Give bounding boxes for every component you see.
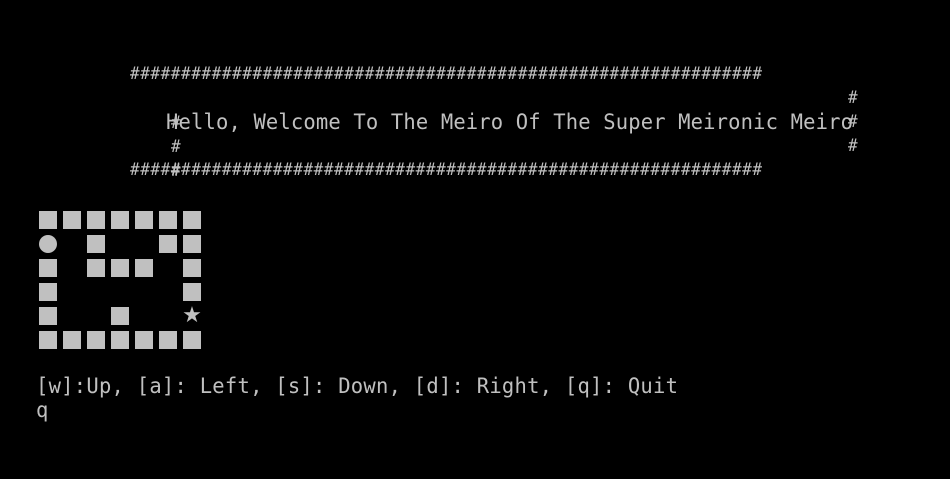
maze-wall-block [132,208,156,232]
maze-wall-block [132,256,156,280]
player-circle-icon [36,232,60,256]
maze-wall-block [36,328,60,352]
banner-bottom-border: ########################################… [130,159,763,180]
maze-wall-block [60,328,84,352]
maze-wall-block [36,256,60,280]
maze-wall-block [180,328,204,352]
maze-wall-block [84,232,108,256]
input-echo: q [36,397,49,423]
welcome-message: Hello, Welcome To The Meiro Of The Super… [166,109,854,135]
maze-wall-block [36,280,60,304]
banner-right-hash: # [848,135,859,156]
maze-wall-block [156,328,180,352]
maze-wall-block [156,208,180,232]
maze-wall-block [180,280,204,304]
maze-wall-block [60,208,84,232]
terminal-window: ########################################… [0,0,950,479]
maze-wall-block [180,208,204,232]
maze-wall-block [156,232,180,256]
maze-wall-block [36,208,60,232]
maze-grid: ★ [36,208,204,352]
maze-wall-block [108,208,132,232]
banner-top-border: ########################################… [130,63,763,84]
banner-right-hash: # [848,87,859,108]
maze-wall-block [108,256,132,280]
maze-wall-block [84,328,108,352]
maze-wall-block [84,208,108,232]
controls-help: [w]:Up, [a]: Left, [s]: Down, [d]: Right… [36,373,679,399]
maze-wall-block [36,304,60,328]
maze-wall-block [108,304,132,328]
maze-wall-block [84,256,108,280]
goal-star-icon: ★ [182,303,202,328]
maze-wall-block [132,328,156,352]
maze-wall-block [180,256,204,280]
maze-wall-block [180,232,204,256]
maze-wall-block [108,328,132,352]
